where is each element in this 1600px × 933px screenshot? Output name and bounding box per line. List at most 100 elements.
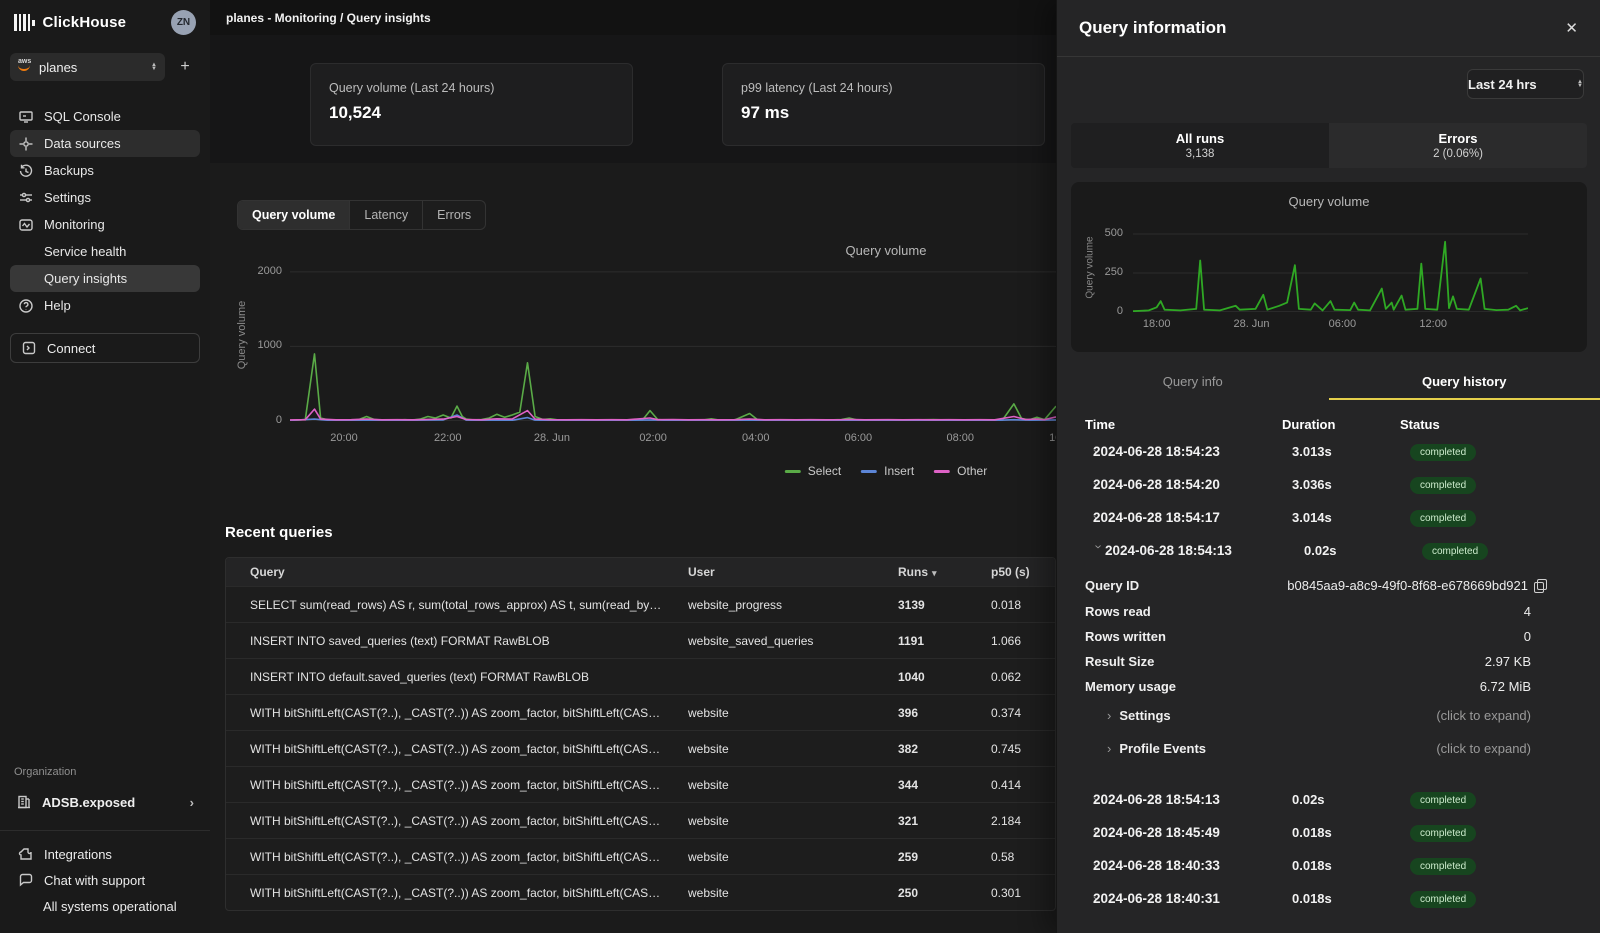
table-row[interactable]: WITH bitShiftLeft(CAST(?..), _CAST(?..))… (226, 802, 1055, 838)
sidebar-item-label: Query insights (44, 271, 127, 286)
column-header-p50[interactable]: p50 (s) (967, 565, 1055, 579)
detail-label: Query ID (1085, 578, 1139, 593)
plug-icon (21, 340, 37, 356)
terminal-icon (18, 109, 34, 125)
history-row[interactable]: › 2024-06-28 18:54:13 0.02s completed (1057, 783, 1600, 816)
query-id-value: b0845aa9-a8c9-49f0-8f68-e678669bd921 (1287, 578, 1528, 593)
integrations-item[interactable]: Integrations (0, 841, 210, 867)
history-row[interactable]: › 2024-06-28 18:45:49 0.018s completed (1057, 816, 1600, 849)
x-tick-label: 06:00 (1329, 318, 1357, 330)
table-row[interactable]: WITH bitShiftLeft(CAST(?..), _CAST(?..))… (226, 766, 1055, 802)
legend-item[interactable]: Insert (861, 464, 914, 478)
range-row: Last 24 hrs ▲▼ (1057, 57, 1600, 99)
table-row[interactable]: INSERT INTO default.saved_queries (text)… (226, 658, 1055, 694)
sliders-icon (18, 190, 34, 206)
table-row[interactable]: INSERT INTO saved_queries (text) FORMAT … (226, 622, 1055, 658)
system-status-item[interactable]: All systems operational (0, 893, 210, 919)
cell-runs: 1191 (874, 634, 967, 648)
sidebar-item-sql-console[interactable]: SQL Console (10, 103, 200, 130)
segment-all-runs[interactable]: All runs 3,138 (1071, 123, 1329, 168)
sidebar-item-service-health[interactable]: Service health (10, 238, 200, 265)
cell-p50: 1.066 (967, 634, 1055, 648)
aws-icon (18, 63, 31, 71)
tab-latency[interactable]: Latency (350, 201, 423, 229)
history-duration: 0.018s (1292, 825, 1410, 840)
sidebar-item-label: SQL Console (44, 109, 121, 124)
expandable-row[interactable]: › Settings (click to expand) (1057, 699, 1600, 732)
user-avatar[interactable]: ZN (171, 10, 196, 35)
history-duration: 0.02s (1292, 792, 1410, 807)
table-row[interactable]: SELECT sum(read_rows) AS r, sum(total_ro… (226, 586, 1055, 622)
y-tick-label: 1000 (225, 339, 282, 351)
chevron-expand-icon: › (1092, 545, 1107, 557)
workspace-name: planes (39, 60, 77, 75)
chevron-expand-icon: › (1057, 891, 1093, 906)
history-time: 2024-06-28 18:54:13 (1093, 792, 1292, 807)
column-header-runs[interactable]: Runs▾ (874, 565, 967, 579)
cell-runs: 259 (874, 850, 967, 864)
sidebar-footer: Integrations Chat with support All syste… (0, 841, 210, 933)
connect-button[interactable]: Connect (10, 333, 200, 363)
expand-hint: (click to expand) (1436, 708, 1531, 723)
legend-item[interactable]: Select (785, 464, 841, 478)
sidebar-item-monitoring[interactable]: Monitoring (10, 211, 200, 238)
close-icon[interactable]: ✕ (1565, 19, 1578, 37)
legend-item[interactable]: Other (934, 464, 987, 478)
cell-runs: 382 (874, 742, 967, 756)
history-row[interactable]: › 2024-06-28 18:40:31 0.018s completed (1057, 882, 1600, 915)
history-row[interactable]: › 2024-06-28 18:40:33 0.018s completed (1057, 849, 1600, 882)
panel-header: Query information ✕ (1057, 0, 1600, 57)
segment-errors[interactable]: Errors 2 (0.06%) (1329, 123, 1587, 168)
help-icon (18, 298, 34, 314)
query-id-row: Query ID b0845aa9-a8c9-49f0-8f68-e678669… (1057, 571, 1600, 599)
history-icon (18, 163, 34, 179)
detail-value: 2.97 KB (1485, 654, 1531, 669)
table-row[interactable]: WITH bitShiftLeft(CAST(?..), _CAST(?..))… (226, 874, 1055, 910)
tab-query-volume[interactable]: Query volume (238, 201, 350, 229)
status-badge: completed (1422, 543, 1488, 560)
workspace-select[interactable]: planes ▲▼ (10, 53, 165, 81)
history-row[interactable]: › 2024-06-28 18:54:13 0.02s completed (1057, 534, 1600, 567)
sidebar-item-query-insights[interactable]: Query insights (10, 265, 200, 292)
history-row[interactable]: › 2024-06-28 18:54:20 3.036s completed (1057, 468, 1600, 501)
x-tick-label: 22:00 (434, 432, 462, 444)
cell-runs: 1040 (874, 670, 967, 684)
sidebar-item-settings[interactable]: Settings (10, 184, 200, 211)
add-service-button[interactable]: + (175, 58, 195, 76)
y-tick-label: 0 (225, 414, 282, 426)
tab-query-info[interactable]: Query info (1057, 368, 1329, 400)
mini-query-volume-chart: Query volume Query volume 5002500 18:002… (1071, 182, 1587, 352)
history-duration: 0.018s (1292, 891, 1410, 906)
copy-icon[interactable] (1534, 579, 1545, 592)
expandable-row[interactable]: › Profile Events (click to expand) (1057, 732, 1600, 765)
history-row[interactable]: › 2024-06-28 18:54:17 3.014s completed (1057, 501, 1600, 534)
status-dot-icon (22, 903, 29, 910)
column-header-query[interactable]: Query (226, 565, 664, 579)
status-badge: completed (1410, 891, 1476, 908)
table-row[interactable]: WITH bitShiftLeft(CAST(?..), _CAST(?..))… (226, 838, 1055, 874)
table-row[interactable]: WITH bitShiftLeft(CAST(?..), _CAST(?..))… (226, 694, 1055, 730)
tab-query-history[interactable]: Query history (1329, 368, 1600, 400)
detail-row: Rows read 4 (1057, 599, 1600, 624)
sidebar-item-label: Service health (44, 244, 126, 259)
select-updown-icon: ▲▼ (151, 63, 157, 71)
column-header-user[interactable]: User (664, 565, 874, 579)
sidebar-item-backups[interactable]: Backups (10, 157, 200, 184)
sidebar-item-help[interactable]: Help (10, 292, 200, 319)
chart-legend: Select Insert Other (785, 464, 987, 478)
chat-support-item[interactable]: Chat with support (0, 867, 210, 893)
table-row[interactable]: WITH bitShiftLeft(CAST(?..), _CAST(?..))… (226, 730, 1055, 766)
time-range-select[interactable]: Last 24 hrs ▲▼ (1467, 69, 1584, 99)
history-row[interactable]: › 2024-06-28 18:54:23 3.013s completed (1057, 435, 1600, 468)
chevron-expand-icon: › (1057, 792, 1093, 807)
legend-label: Select (808, 464, 841, 478)
tab-errors[interactable]: Errors (423, 201, 485, 229)
building-icon (16, 794, 32, 810)
sidebar-item-data-sources[interactable]: Data sources (10, 130, 200, 157)
select-updown-icon: ▲▼ (1577, 80, 1583, 88)
status-badge: completed (1410, 477, 1476, 494)
panel-title: Query information (1079, 18, 1226, 38)
kpi-label: p99 latency (Last 24 hours) (741, 81, 1026, 95)
organization-item[interactable]: ADSB.exposed › (10, 788, 200, 816)
x-ticks: 20:0022:0028. Jun02:0004:0006:0008:0010:… (290, 432, 1056, 448)
